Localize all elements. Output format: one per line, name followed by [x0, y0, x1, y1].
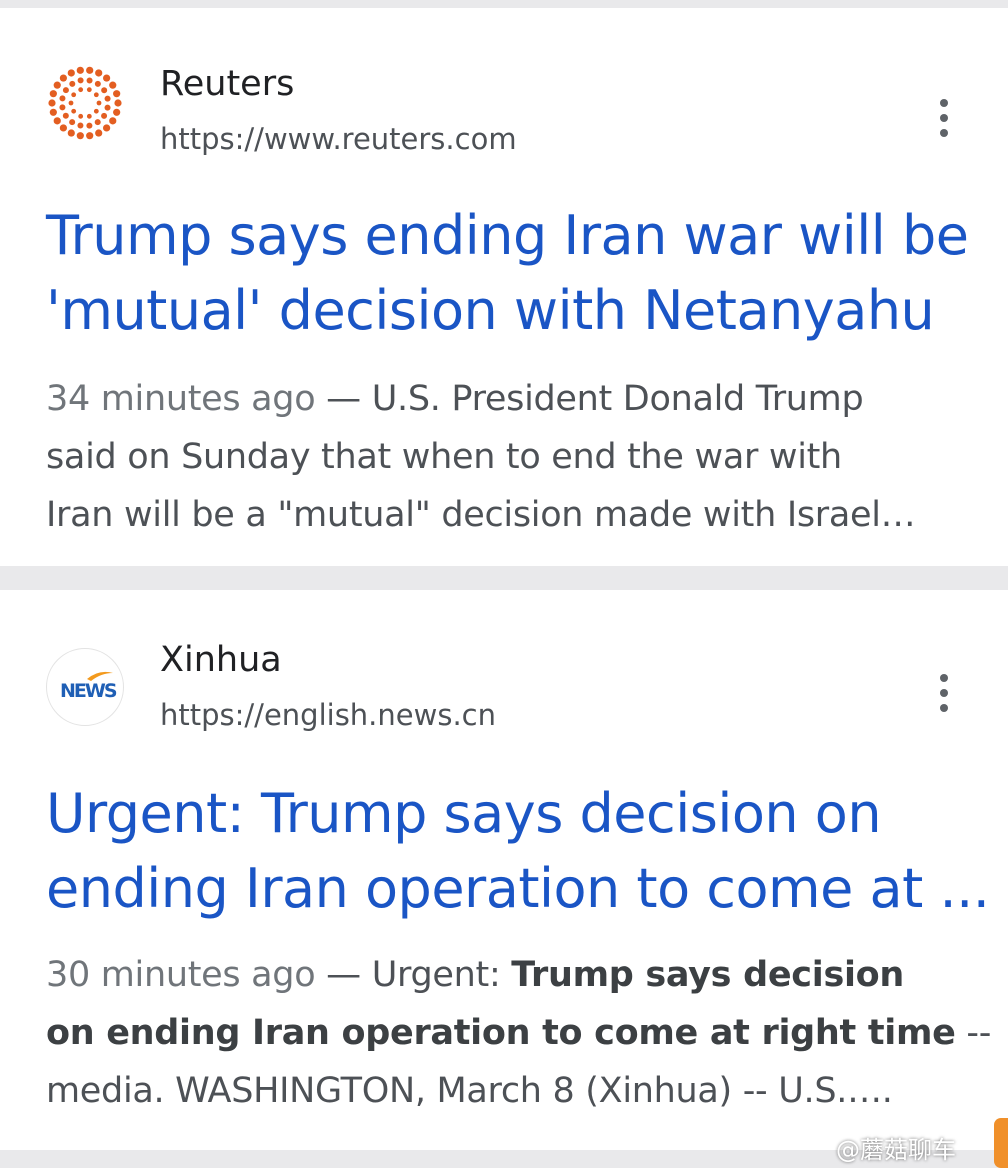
snippet-line: said on Sunday that when to end the war …: [46, 437, 842, 477]
snippet-bold: Trump says decision: [511, 955, 905, 995]
favicon-text: NEWS: [60, 680, 117, 702]
more-vert-icon: [940, 99, 948, 107]
more-vert-icon: [940, 674, 948, 682]
result-time: 34 minutes ago: [46, 379, 316, 419]
headline-line[interactable]: 'mutual' decision with Netanyahu: [46, 273, 966, 348]
headline-line[interactable]: Trump says ending Iran war will be: [46, 198, 969, 273]
snippet-line: 34 minutes ago — U.S. President Donald T…: [46, 370, 976, 428]
headline-line[interactable]: ending Iran operation to come at ...: [46, 851, 990, 926]
snippet-line: 30 minutes ago — Urgent: Trump says deci…: [46, 946, 976, 1004]
xinhua-news-logo-icon: NEWS: [46, 648, 124, 726]
more-vert-icon-dot: [940, 689, 948, 697]
site-url[interactable]: https://english.news.cn: [160, 698, 496, 732]
result-time: 30 minutes ago: [46, 955, 316, 995]
more-vert-icon-dot: [940, 704, 948, 712]
site-url[interactable]: https://www.reuters.com: [160, 122, 517, 156]
more-options-button[interactable]: [926, 88, 962, 148]
snippet-prefix: Urgent:: [371, 955, 501, 995]
separator: —: [326, 379, 361, 419]
result-headline-link[interactable]: Trump says ending Iran war will be 'mutu…: [46, 198, 969, 348]
result-headline-link[interactable]: Urgent: Trump says decision on ending Ir…: [46, 776, 990, 926]
snippet-line: media. WASHINGTON, March 8 (Xinhua) -- U…: [46, 1071, 893, 1111]
result-snippet: 30 minutes ago — Urgent: Trump says deci…: [46, 946, 991, 1120]
snippet-bold: on ending Iran operation to come at righ…: [46, 1013, 956, 1053]
snippet-line: on ending Iran operation to come at righ…: [46, 1004, 991, 1062]
snippet-text: --: [966, 1013, 992, 1053]
reuters-logo-icon: [46, 64, 124, 142]
site-name[interactable]: Reuters: [160, 64, 294, 104]
more-options-button[interactable]: [926, 663, 962, 723]
watermark-text: @蘑菇聊车: [836, 1136, 956, 1164]
snippet-text: U.S. President Donald Trump: [371, 379, 864, 419]
snippet-line: Iran will be a "mutual" decision made wi…: [46, 495, 916, 535]
result-snippet: 34 minutes ago — U.S. President Donald T…: [46, 370, 976, 544]
search-result-card-reuters[interactable]: Reuters https://www.reuters.com Trump sa…: [0, 8, 1008, 566]
search-result-card-xinhua[interactable]: NEWS Xinhua https://english.news.cn Urge…: [0, 590, 1008, 1150]
headline-line[interactable]: Urgent: Trump says decision on: [46, 776, 966, 851]
more-vert-icon-dot: [940, 129, 948, 137]
scroll-handle[interactable]: [994, 1118, 1008, 1168]
more-vert-icon-dot: [940, 114, 948, 122]
separator: —: [326, 955, 361, 995]
site-name[interactable]: Xinhua: [160, 640, 282, 680]
